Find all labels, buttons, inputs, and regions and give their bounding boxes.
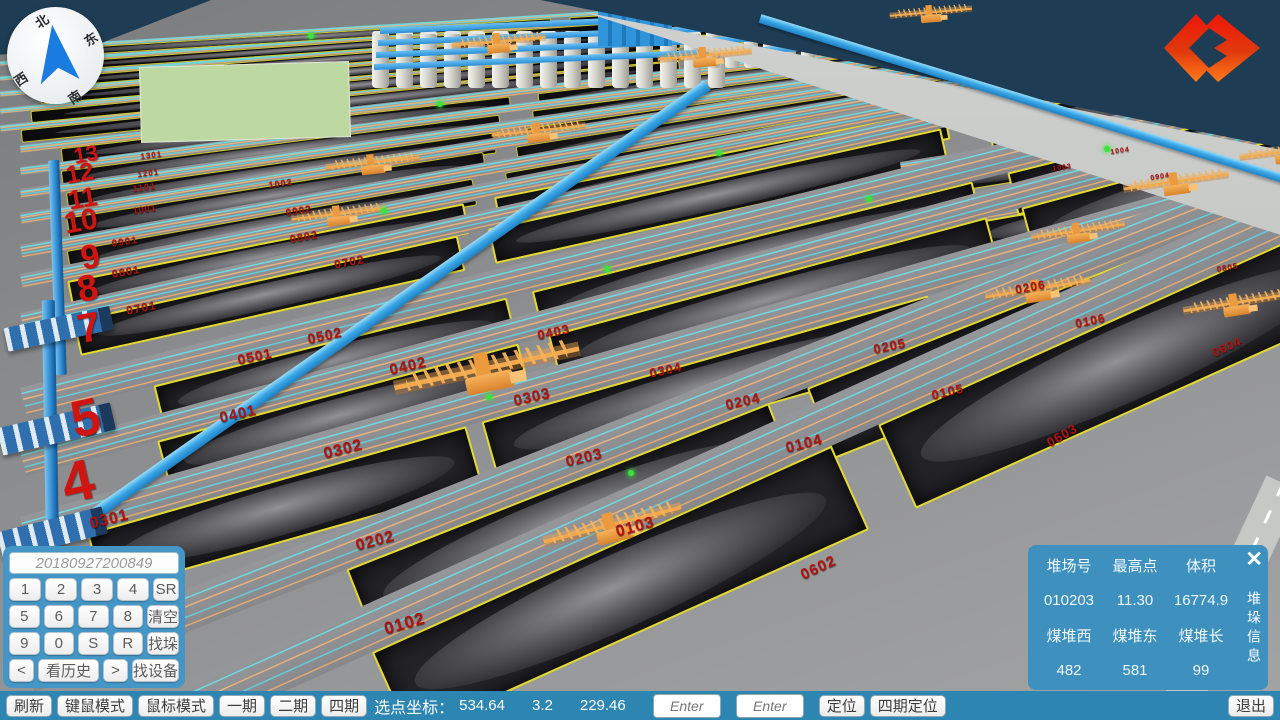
coordinate-y-value: 3.2: [532, 697, 553, 714]
bottom-toolbar: 刷新键鼠模式鼠标模式一期二期四期 选点坐标： 534.64 3.2 229.46…: [0, 691, 1280, 720]
navigation-arrow-icon: [21, 15, 91, 97]
pile-info-side-tab[interactable]: 堆垛信息: [1244, 591, 1264, 667]
row-number-label: 10: [62, 204, 100, 239]
coordinate-x-value: 534.64: [459, 697, 505, 714]
pile-search-input[interactable]: [9, 552, 179, 574]
status-indicator-dot: [866, 196, 872, 202]
key-7[interactable]: 7: [78, 605, 109, 628]
next-button[interactable]: >: [103, 659, 128, 682]
pile-search-keypad-panel: 1234SR5678清空90SR找垛<看历史>找设备: [3, 546, 185, 688]
green-field: [139, 61, 351, 143]
find-device-button[interactable]: 找设备: [132, 659, 179, 682]
locate-buttons: 定位四期定位: [819, 695, 946, 717]
status-indicator-dot: [604, 266, 610, 272]
info-value: 99: [1168, 662, 1234, 679]
info-header: 煤堆东: [1102, 625, 1168, 646]
close-icon[interactable]: ✕: [1245, 547, 1263, 572]
coordinate-input-1[interactable]: [653, 694, 721, 718]
info-value: 482: [1036, 662, 1102, 679]
company-logo: [1162, 12, 1262, 84]
mouse-mode-button[interactable]: 鼠标模式: [138, 695, 214, 717]
phase-2-button[interactable]: 二期: [270, 695, 316, 717]
mode-buttons: 刷新键鼠模式鼠标模式一期二期四期: [6, 695, 367, 717]
key-4[interactable]: 4: [117, 578, 149, 601]
phase-4-locate-button[interactable]: 四期定位: [870, 695, 946, 717]
exit-button[interactable]: 退出: [1228, 695, 1274, 717]
keypad-buttons: 1234SR5678清空90SR找垛<看历史>找设备: [9, 578, 179, 682]
phase-1-button[interactable]: 一期: [219, 695, 265, 717]
keyboard-mouse-mode-button[interactable]: 键鼠模式: [57, 695, 133, 717]
key-2[interactable]: 2: [45, 578, 77, 601]
key-1[interactable]: 1: [9, 578, 41, 601]
info-value: 16774.9: [1168, 592, 1234, 609]
status-indicator-dot: [381, 208, 387, 214]
status-indicator-dot: [308, 33, 314, 39]
info-header: 煤堆西: [1036, 625, 1102, 646]
info-value: 11.30: [1102, 592, 1168, 609]
status-indicator-dot: [628, 470, 634, 476]
compass[interactable]: 北 东 西 南: [7, 7, 104, 104]
coordinate-z-value: 229.46: [580, 697, 626, 714]
locate-button[interactable]: 定位: [819, 695, 865, 717]
info-value: 581: [1102, 662, 1168, 679]
find-pile-button[interactable]: 找垛: [147, 632, 179, 655]
info-header: 煤堆长: [1168, 625, 1234, 646]
pile-info-panel: ✕ 堆垛信息 堆场号最高点体积 01020311.3016774.9 煤堆西煤堆东煤…: [1028, 545, 1268, 690]
info-header: 堆场号: [1036, 555, 1102, 576]
pile-info-grid: 堆场号最高点体积 01020311.3016774.9 煤堆西煤堆东煤堆长 48258…: [1036, 551, 1234, 683]
key-5[interactable]: 5: [9, 605, 40, 628]
key-s[interactable]: S: [78, 632, 109, 655]
key-3[interactable]: 3: [81, 578, 113, 601]
coal-yard-3d-monitor: 1301120111011001100209010902080108020701…: [0, 0, 1280, 720]
status-indicator-dot: [437, 101, 443, 107]
key-r[interactable]: R: [113, 632, 144, 655]
key-9[interactable]: 9: [9, 632, 40, 655]
key-6[interactable]: 6: [44, 605, 75, 628]
sr-button[interactable]: SR: [153, 578, 179, 601]
phase-4-button[interactable]: 四期: [321, 695, 367, 717]
selected-point-coordinates-label: 选点坐标：: [374, 694, 454, 718]
refresh-button[interactable]: 刷新: [6, 695, 52, 717]
prev-button[interactable]: <: [9, 659, 34, 682]
info-header: 最高点: [1102, 555, 1168, 576]
status-indicator-dot: [486, 394, 492, 400]
info-value: 010203: [1036, 592, 1102, 609]
clear-button[interactable]: 清空: [147, 605, 179, 628]
coordinate-input-2[interactable]: [736, 694, 804, 718]
key-0[interactable]: 0: [44, 632, 75, 655]
view-history-button[interactable]: 看历史: [38, 659, 99, 682]
status-indicator-dot: [716, 150, 722, 156]
key-8[interactable]: 8: [113, 605, 144, 628]
info-header: 体积: [1168, 555, 1234, 576]
